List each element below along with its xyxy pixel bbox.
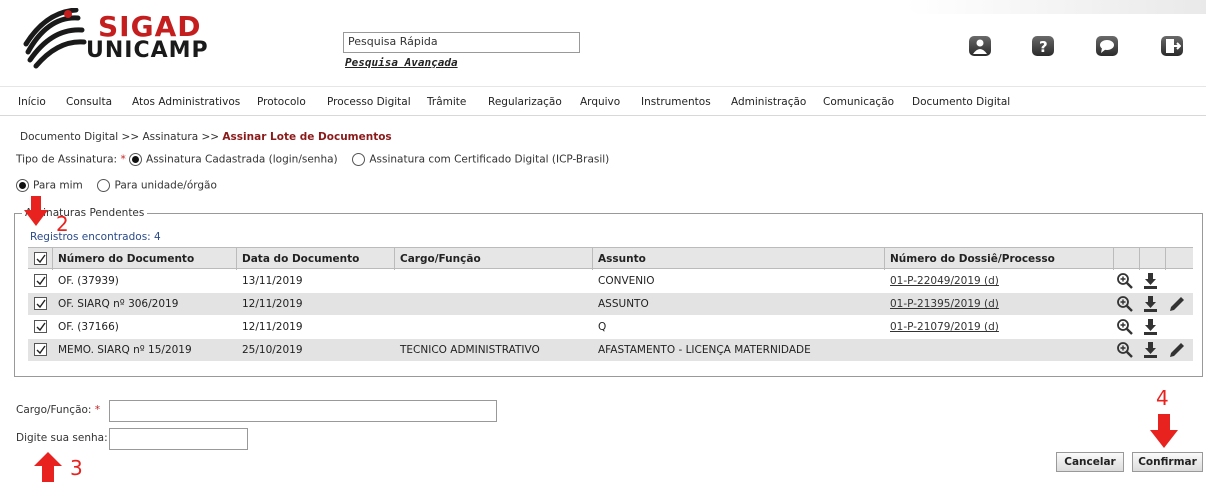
radio-certificado-digital[interactable] [352,153,366,166]
user-icon[interactable] [969,36,991,56]
table-row: OF. SIARQ nº 306/2019 12/11/2019 ASSUNTO… [28,293,1193,315]
senha-input[interactable] [109,428,248,450]
main-menu: Início Consulta Atos Administrativos Pro… [0,86,1206,116]
signature-type-label: Tipo de Assinatura: [16,153,118,166]
cargo-required-mark: * [94,404,101,416]
cell-data: 12/11/2019 [242,321,303,333]
col-processo[interactable]: Número do Dossiê/Processo [890,253,1055,265]
cell-assunto: Q [598,321,607,333]
records-found: Registros encontrados: 4 [30,231,161,243]
breadcrumb-path: Documento Digital >> Assinatura >> [20,131,223,143]
select-all-checkbox[interactable] [34,252,47,265]
cell-data: 12/11/2019 [242,298,303,310]
cell-processo-link[interactable]: 01-P-22049/2019 (d) [890,275,999,287]
radio-para-unidade-label[interactable]: Para unidade/órgão [114,180,216,192]
row-checkbox[interactable] [34,320,47,333]
cell-numero: OF. SIARQ nº 306/2019 [58,298,179,310]
cancel-button[interactable]: Cancelar [1056,452,1124,472]
sigad-logo[interactable]: SIGAD UNICAMP [18,7,258,78]
radio-assinatura-cadastrada[interactable] [129,153,143,166]
menu-inicio[interactable]: Início [18,96,46,108]
row-checkbox[interactable] [34,274,47,287]
svg-text:?: ? [1039,38,1048,55]
pending-table: Número do Documento Data do Documento Ca… [28,247,1193,363]
radio-para-unidade[interactable] [97,179,111,192]
table-row: OF. (37166) 12/11/2019 Q 01-P-21079/2019… [28,316,1193,338]
annotation-3: 3 [70,456,83,480]
cell-numero: OF. (37939) [58,275,119,287]
radio-para-mim[interactable] [16,179,29,192]
cell-processo-link[interactable]: 01-P-21395/2019 (d) [890,298,999,310]
menu-consulta[interactable]: Consulta [66,96,112,108]
menu-administracao[interactable]: Administração [731,96,806,108]
annotation-arrow-down-icon [1150,414,1178,448]
cell-numero: OF. (37166) [58,321,119,333]
col-cargo[interactable]: Cargo/Função [400,253,481,265]
cell-assunto: CONVENIO [598,275,655,287]
header-decoration [906,0,1206,14]
signature-type-row: Tipo de Assinatura: * Assinatura Cadastr… [16,153,609,166]
unicamp-emblem-icon [23,7,87,69]
cell-processo-link[interactable]: 01-P-21079/2019 (d) [890,321,999,333]
annotation-arrow-down-icon [24,196,48,226]
cargo-input[interactable] [109,400,497,422]
cell-cargo: TECNICO ADMINISTRATIVO [400,344,540,356]
app-header: SIGAD UNICAMP Pesquisa Rápida Pesquisa A… [0,0,1206,86]
menu-arquivo[interactable]: Arquivo [580,96,620,108]
confirm-button[interactable]: Confirmar [1132,452,1203,472]
cell-data: 13/11/2019 [242,275,303,287]
menu-documento-digital[interactable]: Documento Digital [912,96,1010,108]
col-assunto[interactable]: Assunto [598,253,646,265]
table-header: Número do Documento Data do Documento Ca… [28,247,1193,270]
annotation-arrow-up-icon [34,452,62,482]
col-numero[interactable]: Número do Documento [58,253,194,265]
chat-icon[interactable] [1096,36,1118,56]
exit-icon[interactable] [1161,36,1183,56]
menu-comunicacao[interactable]: Comunicação [823,96,894,108]
radio-assinatura-cadastrada-label[interactable]: Assinatura Cadastrada (login/senha) [146,154,338,166]
cell-assunto: AFASTAMENTO - LICENÇA MATERNIDADE [598,344,811,356]
senha-label: Digite sua senha: [16,432,108,444]
menu-processo-digital[interactable]: Processo Digital [327,96,411,108]
row-checkbox[interactable] [34,343,47,356]
cell-data: 25/10/2019 [242,344,303,356]
advanced-search-link[interactable]: Pesquisa Avançada [345,56,458,69]
table-row: MEMO. SIARQ nº 15/2019 25/10/2019 TECNIC… [28,339,1193,361]
menu-instrumentos[interactable]: Instrumentos [641,96,711,108]
menu-atos-administrativos[interactable]: Atos Administrativos [132,96,240,108]
cargo-label: Cargo/Função: * [16,404,101,416]
required-mark: * [120,153,126,166]
breadcrumb: Documento Digital >> Assinatura >> Assin… [20,131,392,143]
row-checkbox[interactable] [34,297,47,310]
menu-regularizacao[interactable]: Regularização [488,96,562,108]
annotation-2: 2 [56,212,69,236]
breadcrumb-current: Assinar Lote de Documentos [222,131,392,143]
cell-assunto: ASSUNTO [598,298,649,310]
annotation-4: 4 [1156,386,1169,410]
col-data[interactable]: Data do Documento [242,253,359,265]
target-row: Para mim Para unidade/órgão [16,179,217,192]
cell-numero: MEMO. SIARQ nº 15/2019 [58,344,192,356]
logo-unicamp-text: UNICAMP [86,38,209,63]
radio-certificado-digital-label[interactable]: Assinatura com Certificado Digital (ICP-… [369,154,609,166]
radio-para-mim-label[interactable]: Para mim [33,180,83,192]
table-row: OF. (37939) 13/11/2019 CONVENIO 01-P-220… [28,270,1193,292]
quick-search-input[interactable]: Pesquisa Rápida [343,32,580,53]
help-icon[interactable]: ? [1032,36,1054,56]
menu-tramite[interactable]: Trâmite [427,96,466,108]
menu-protocolo[interactable]: Protocolo [257,96,306,108]
